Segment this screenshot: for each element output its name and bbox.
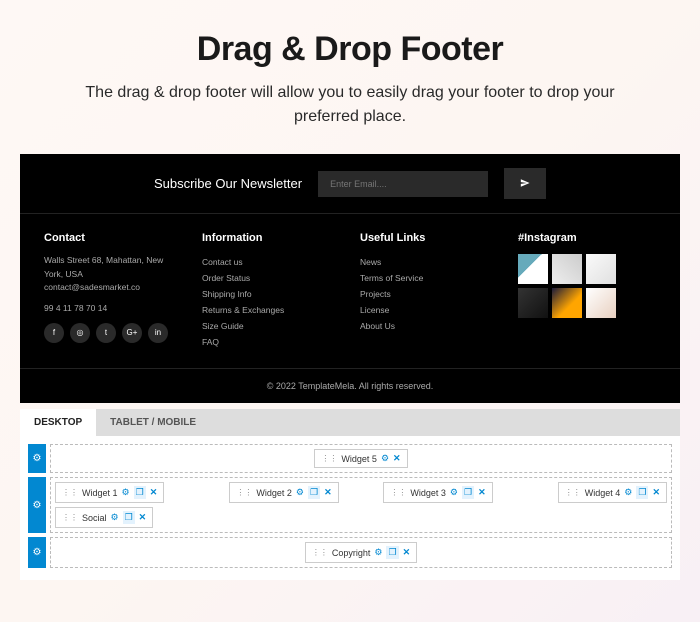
close-icon[interactable]: ✕: [324, 487, 332, 498]
footer-col-contact: Contact Walls Street 68, Mahattan, New Y…: [44, 232, 182, 350]
instagram-heading: #Instagram: [518, 232, 656, 244]
newsletter-bar: Subscribe Our Newsletter: [20, 154, 680, 214]
builder-row: ⚙ ⋮⋮ Widget 5 ⚙ ✕: [28, 444, 672, 473]
send-icon: [520, 176, 530, 191]
info-link[interactable]: FAQ: [202, 334, 340, 350]
useful-heading: Useful Links: [360, 232, 498, 244]
close-icon[interactable]: ✕: [150, 487, 158, 498]
close-icon[interactable]: ✕: [403, 547, 411, 558]
grip-icon: ⋮⋮: [312, 548, 328, 557]
widget-block[interactable]: ⋮⋮ Widget 5 ⚙ ✕: [314, 449, 407, 468]
info-link[interactable]: Returns & Exchanges: [202, 302, 340, 318]
contact-phone: 99 4 11 78 70 14: [44, 303, 182, 313]
instagram-thumb[interactable]: [552, 288, 582, 318]
newsletter-label: Subscribe Our Newsletter: [154, 176, 302, 191]
duplicate-icon[interactable]: ❐: [308, 486, 320, 499]
useful-link[interactable]: News: [360, 254, 498, 270]
gear-icon[interactable]: ⚙: [450, 487, 458, 498]
gear-icon: ⚙: [33, 500, 42, 511]
grip-icon: ⋮⋮: [236, 488, 252, 497]
footer-col-information: Information Contact us Order Status Ship…: [202, 232, 340, 350]
close-icon[interactable]: ✕: [478, 487, 486, 498]
duplicate-icon[interactable]: ❐: [123, 511, 135, 524]
device-tabs: DESKTOP TABLET / MOBILE: [20, 409, 680, 436]
page-subtitle: The drag & drop footer will allow you to…: [40, 81, 660, 129]
row-settings-handle[interactable]: ⚙: [28, 477, 46, 533]
page-title: Drag & Drop Footer: [40, 30, 660, 69]
builder-row: ⚙ ⋮⋮ Copyright ⚙ ❐ ✕: [28, 537, 672, 568]
gear-icon[interactable]: ⚙: [122, 487, 130, 498]
duplicate-icon[interactable]: ❐: [636, 486, 648, 499]
widget-label: Widget 3: [410, 488, 446, 498]
duplicate-icon[interactable]: ❐: [134, 486, 146, 499]
widget-label: Widget 5: [341, 454, 377, 464]
widget-block[interactable]: ⋮⋮ Widget 2 ⚙ ❐ ✕: [229, 482, 338, 503]
tab-tablet-mobile[interactable]: TABLET / MOBILE: [96, 409, 210, 436]
gear-icon[interactable]: ⚙: [624, 487, 632, 498]
builder-row: ⚙ ⋮⋮ Widget 1 ⚙ ❐ ✕ ⋮⋮: [28, 477, 672, 533]
gear-icon[interactable]: ⚙: [374, 547, 382, 558]
copyright-text: © 2022 TemplateMela. All rights reserved…: [20, 368, 680, 403]
duplicate-icon[interactable]: ❐: [462, 486, 474, 499]
gear-icon[interactable]: ⚙: [296, 487, 304, 498]
close-icon[interactable]: ✕: [139, 512, 147, 523]
instagram-thumb[interactable]: [518, 288, 548, 318]
gear-icon[interactable]: ⚙: [111, 512, 119, 523]
widget-block[interactable]: ⋮⋮ Copyright ⚙ ❐ ✕: [305, 542, 417, 563]
widget-label: Widget 1: [82, 488, 118, 498]
widget-label: Widget 2: [256, 488, 292, 498]
widget-block[interactable]: ⋮⋮ Widget 1 ⚙ ❐ ✕: [55, 482, 164, 503]
useful-link[interactable]: About Us: [360, 318, 498, 334]
grip-icon: ⋮⋮: [321, 454, 337, 463]
useful-link[interactable]: Projects: [360, 286, 498, 302]
useful-link[interactable]: License: [360, 302, 498, 318]
info-link[interactable]: Order Status: [202, 270, 340, 286]
close-icon[interactable]: ✕: [652, 487, 660, 498]
instagram-icon[interactable]: ◎: [70, 323, 90, 343]
grip-icon: ⋮⋮: [565, 488, 581, 497]
row-settings-handle[interactable]: ⚙: [28, 444, 46, 473]
info-link[interactable]: Size Guide: [202, 318, 340, 334]
widget-label: Social: [82, 513, 107, 523]
newsletter-email-input[interactable]: [318, 171, 488, 197]
newsletter-submit-button[interactable]: [504, 168, 546, 199]
contact-address: Walls Street 68, Mahattan, New York, USA: [44, 254, 182, 281]
instagram-thumb[interactable]: [552, 254, 582, 284]
widget-block[interactable]: ⋮⋮ Widget 3 ⚙ ❐ ✕: [383, 482, 492, 503]
useful-link[interactable]: Terms of Service: [360, 270, 498, 286]
row-settings-handle[interactable]: ⚙: [28, 537, 46, 568]
widget-block[interactable]: ⋮⋮ Widget 4 ⚙ ❐ ✕: [558, 482, 667, 503]
googleplus-icon[interactable]: G+: [122, 323, 142, 343]
social-icons-row: f ◎ t G+ in: [44, 323, 182, 343]
duplicate-icon[interactable]: ❐: [386, 546, 398, 559]
twitter-icon[interactable]: t: [96, 323, 116, 343]
widget-label: Widget 4: [585, 488, 621, 498]
grip-icon: ⋮⋮: [62, 513, 78, 522]
widget-block[interactable]: ⋮⋮ Social ⚙ ❐ ✕: [55, 507, 153, 528]
info-link[interactable]: Shipping Info: [202, 286, 340, 302]
contact-heading: Contact: [44, 232, 182, 244]
footer-preview: Subscribe Our Newsletter Contact Walls S…: [20, 154, 680, 403]
widget-label: Copyright: [332, 548, 371, 558]
close-icon[interactable]: ✕: [393, 453, 401, 464]
gear-icon: ⚙: [33, 547, 42, 558]
info-link[interactable]: Contact us: [202, 254, 340, 270]
footer-builder: DESKTOP TABLET / MOBILE ⚙ ⋮⋮ Widget 5 ⚙ …: [20, 409, 680, 580]
grip-icon: ⋮⋮: [62, 488, 78, 497]
contact-email: contact@sadesmarket.co: [44, 281, 182, 295]
instagram-thumb[interactable]: [518, 254, 548, 284]
footer-col-useful: Useful Links News Terms of Service Proje…: [360, 232, 498, 350]
linkedin-icon[interactable]: in: [148, 323, 168, 343]
tab-desktop[interactable]: DESKTOP: [20, 409, 96, 436]
grip-icon: ⋮⋮: [390, 488, 406, 497]
gear-icon: ⚙: [33, 453, 42, 464]
instagram-thumb[interactable]: [586, 288, 616, 318]
instagram-thumb[interactable]: [586, 254, 616, 284]
information-heading: Information: [202, 232, 340, 244]
footer-col-instagram: #Instagram: [518, 232, 656, 350]
facebook-icon[interactable]: f: [44, 323, 64, 343]
gear-icon[interactable]: ⚙: [381, 453, 389, 464]
